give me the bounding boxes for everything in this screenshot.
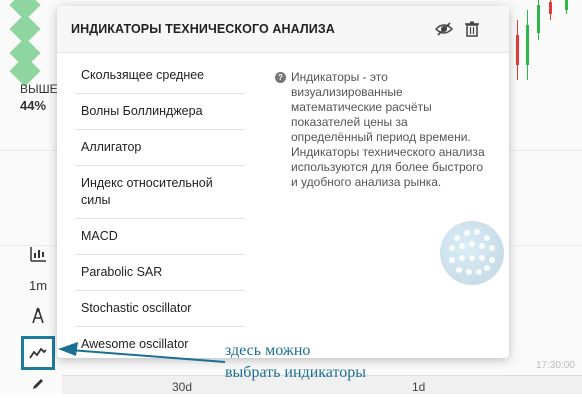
callout-text: здесь можно выбрать индикаторы — [225, 340, 366, 384]
callout-line-2: выбрать индикаторы — [225, 364, 366, 381]
callout-line-1: здесь можно — [225, 342, 311, 359]
callout-arrow — [58, 342, 226, 363]
